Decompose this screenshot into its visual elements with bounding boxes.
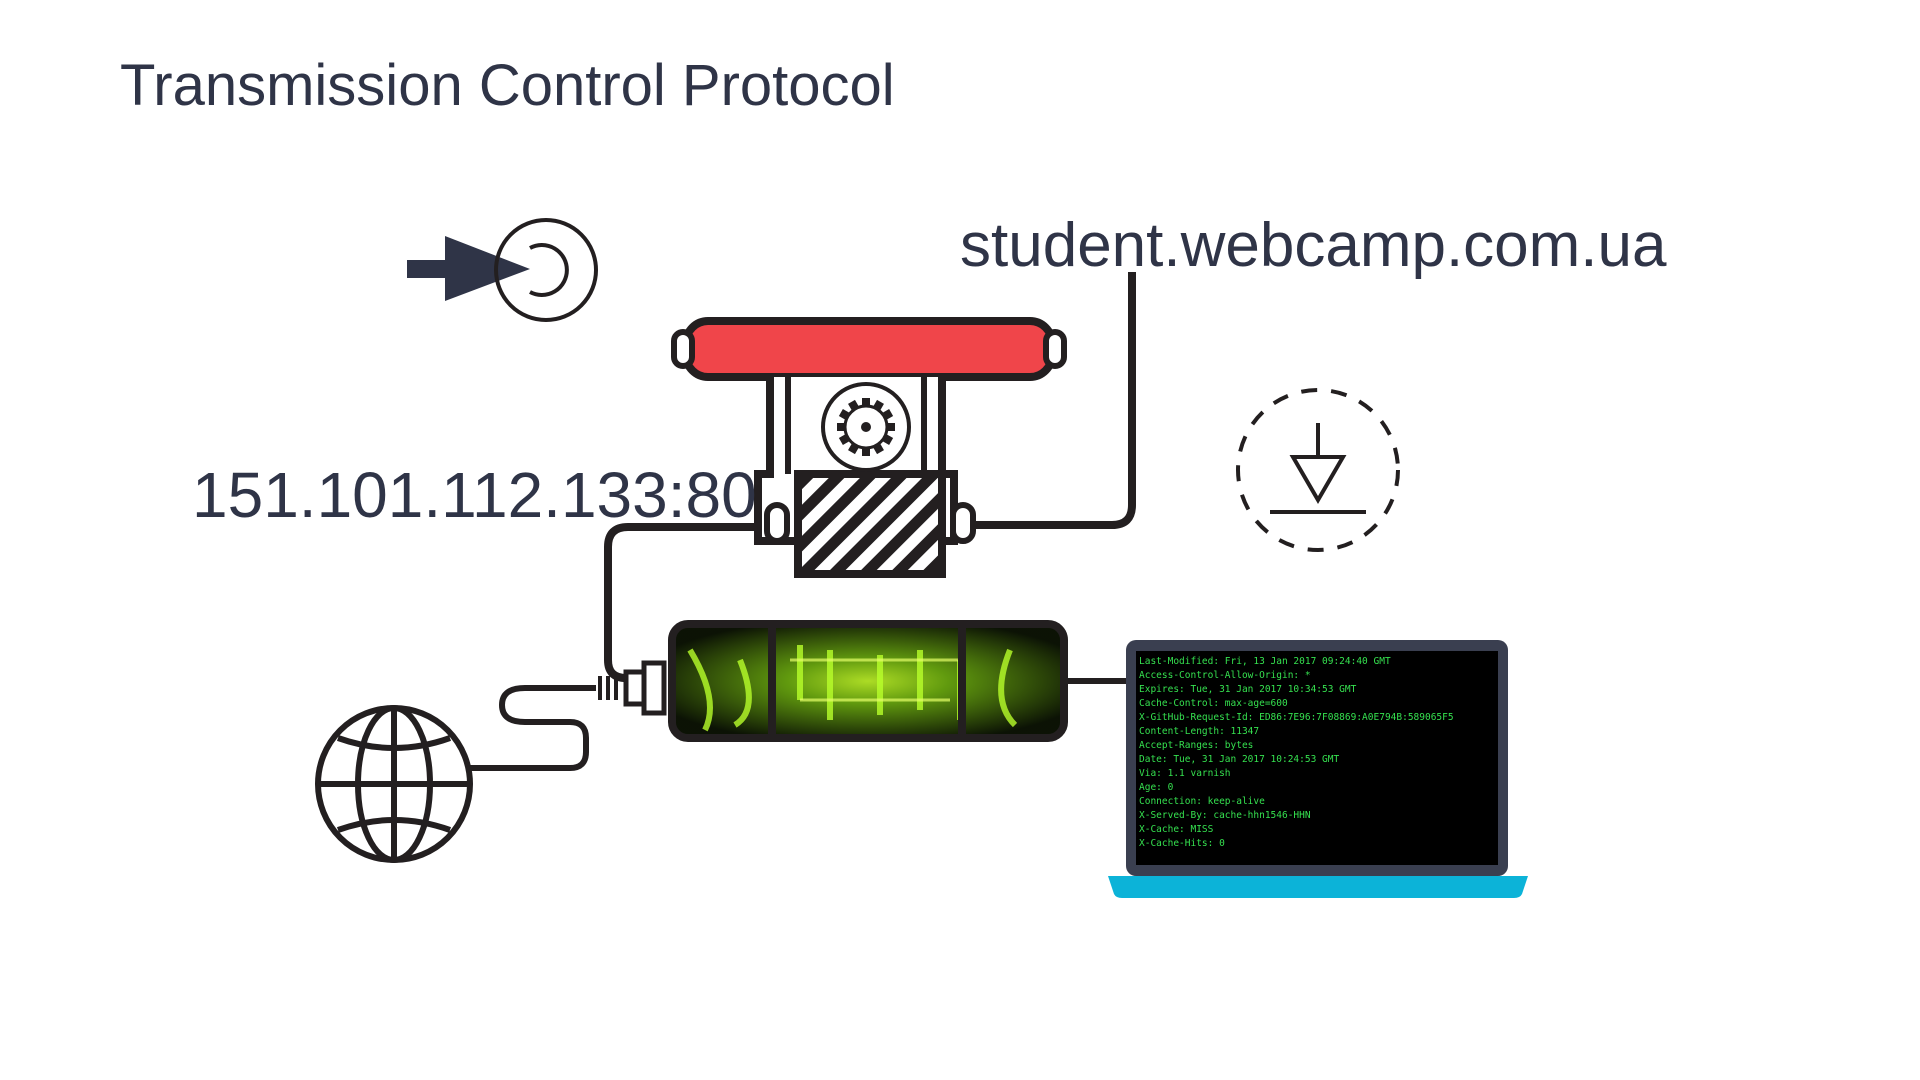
arrow-into-target-icon: [407, 218, 598, 322]
host-cable: [960, 272, 1136, 529]
terminal-line: Last-Modified: Fri, 13 Jan 2017 09:24:40…: [1139, 656, 1391, 667]
terminal-line: X-Cache-Hits: 0: [1139, 838, 1225, 849]
terminal-line: Accept-Ranges: bytes: [1139, 740, 1254, 751]
ground-symbol-icon: [1236, 388, 1400, 552]
terminal-line: X-GitHub-Request-Id: ED86:7E96:7F08869:A…: [1139, 712, 1454, 723]
globe-icon: [315, 705, 473, 863]
terminal-line: Cache-Control: max-age=600: [1139, 698, 1288, 709]
terminal-line: X-Served-By: cache-hhn1546-HHN: [1139, 810, 1311, 821]
terminal-line: Via: 1.1 varnish: [1139, 768, 1231, 779]
terminal-line: Access-Control-Allow-Origin: *: [1139, 670, 1311, 681]
gear-icon: [821, 382, 911, 472]
terminal-line: Expires: Tue, 31 Jan 2017 10:34:53 GMT: [1139, 684, 1357, 695]
host-label: student.webcamp.com.ua: [960, 211, 1667, 280]
globe-cable: [470, 685, 596, 771]
terminal-line: Connection: keep-alive: [1139, 796, 1265, 807]
terminal-output: Last-Modified: Fri, 13 Jan 2017 09:24:40…: [1139, 655, 1495, 855]
glowing-fuse-tube: [668, 620, 1068, 742]
terminal-line: Date: Tue, 31 Jan 2017 10:24:53 GMT: [1139, 754, 1340, 765]
terminal-line: X-Cache: MISS: [1139, 824, 1214, 835]
ip-address-label: 151.101.112.133:80: [192, 459, 757, 531]
tcp-diagram: [315, 218, 1528, 898]
terminal-line: Age: 0: [1139, 782, 1174, 793]
terminal-line: Content-Length: 11347: [1139, 726, 1260, 737]
